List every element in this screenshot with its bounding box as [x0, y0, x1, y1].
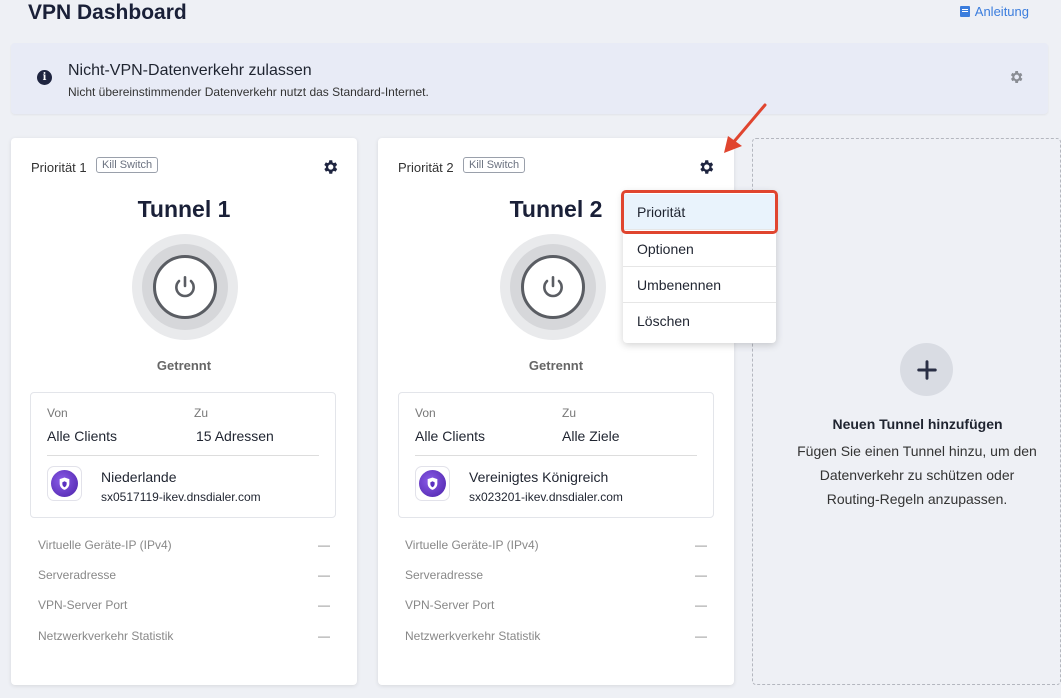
stat-value: — [695, 598, 707, 612]
to-value: Alle Ziele [562, 428, 620, 444]
to-label: Zu [562, 406, 577, 420]
server-country: Niederlande [101, 469, 177, 485]
server-country: Vereinigtes Königreich [469, 469, 609, 485]
gear-icon[interactable] [697, 158, 715, 176]
banner-subtitle: Nicht übereinstimmender Datenverkehr nut… [68, 85, 429, 99]
server-host: sx0517119-ikev.dnsdialer.com [101, 490, 261, 504]
vpn-provider-logo [47, 466, 82, 501]
stat-value: — [318, 598, 330, 612]
banner-title: Nicht-VPN-Datenverkehr zulassen [68, 62, 312, 79]
shield-icon [427, 477, 438, 490]
kill-switch-badge: Kill Switch [96, 157, 159, 173]
highlight-box [621, 190, 778, 234]
power-icon [543, 275, 563, 298]
divider [415, 455, 697, 456]
to-value: 15 Adressen [196, 428, 274, 444]
stat-value: — [318, 629, 330, 643]
book-icon [959, 6, 970, 17]
stat-label: Netzwerkverkehr Statistik [38, 629, 174, 643]
gear-icon[interactable] [321, 158, 339, 176]
power-ring [500, 234, 606, 340]
tunnel-card-1: Priorität 1 Kill Switch Tunnel 1 Getrenn… [11, 138, 357, 685]
from-value: Alle Clients [47, 428, 118, 444]
stat-label: Netzwerkverkehr Statistik [405, 629, 541, 643]
add-tunnel-title: Neuen Tunnel hinzufügen [832, 416, 1003, 432]
to-label: Zu [194, 406, 209, 420]
non-vpn-traffic-banner: i Nicht-VPN-Datenverkehr zulassen Nicht … [11, 43, 1048, 114]
power-icon [175, 275, 195, 298]
plus-icon [916, 359, 937, 380]
annotation-arrow-icon [724, 103, 767, 153]
kill-switch-badge: Kill Switch [463, 157, 526, 173]
stat-value: — [695, 538, 707, 552]
stat-label: Virtuelle Geräte-IP (IPv4) [405, 538, 539, 552]
stat-label: VPN-Server Port [405, 598, 495, 612]
add-tunnel-description: Fügen Sie einen Tunnel hinzu, um den Dat… [797, 443, 1037, 507]
shield-icon [59, 477, 70, 490]
stat-value: — [318, 568, 330, 582]
stat-value: — [318, 538, 330, 552]
routing-box: Von Zu Alle Clients Alle Ziele Vereinigt… [398, 392, 714, 518]
from-label: Von [415, 406, 436, 420]
vpn-provider-logo [415, 466, 450, 501]
manual-link[interactable]: Anleitung [959, 4, 1029, 19]
from-value: Alle Clients [415, 428, 486, 444]
divider [47, 455, 319, 456]
add-tunnel-card[interactable]: Neuen Tunnel hinzufügen Fügen Sie einen … [752, 138, 1061, 685]
menu-item-options[interactable]: Optionen [623, 231, 776, 267]
stat-label: Virtuelle Geräte-IP (IPv4) [38, 538, 172, 552]
manual-link-label: Anleitung [974, 4, 1029, 19]
connection-status: Getrennt [528, 358, 584, 373]
connection-status: Getrennt [156, 358, 212, 373]
server-host: sx023201-ikev.dnsdialer.com [469, 490, 623, 504]
routing-box: Von Zu Alle Clients 15 Adressen Niederla… [30, 392, 336, 518]
menu-item-delete[interactable]: Löschen [623, 303, 776, 339]
stat-label: Serveradresse [405, 568, 484, 582]
info-icon: i [37, 70, 52, 85]
power-ring [132, 234, 238, 340]
gear-icon[interactable] [1008, 69, 1024, 85]
from-label: Von [47, 406, 68, 420]
tunnel-name: Tunnel 1 [137, 196, 231, 222]
stat-value: — [695, 629, 707, 643]
priority-label: Priorität 2 [398, 160, 454, 175]
page-title: VPN Dashboard [28, 1, 187, 24]
power-button[interactable] [521, 255, 585, 319]
add-tunnel-button[interactable] [900, 343, 953, 396]
stat-label: Serveradresse [38, 568, 117, 582]
power-button[interactable] [153, 255, 217, 319]
menu-item-rename[interactable]: Umbenennen [623, 267, 776, 303]
stat-value: — [695, 568, 707, 582]
priority-label: Priorität 1 [31, 160, 87, 175]
stat-label: VPN-Server Port [38, 598, 128, 612]
